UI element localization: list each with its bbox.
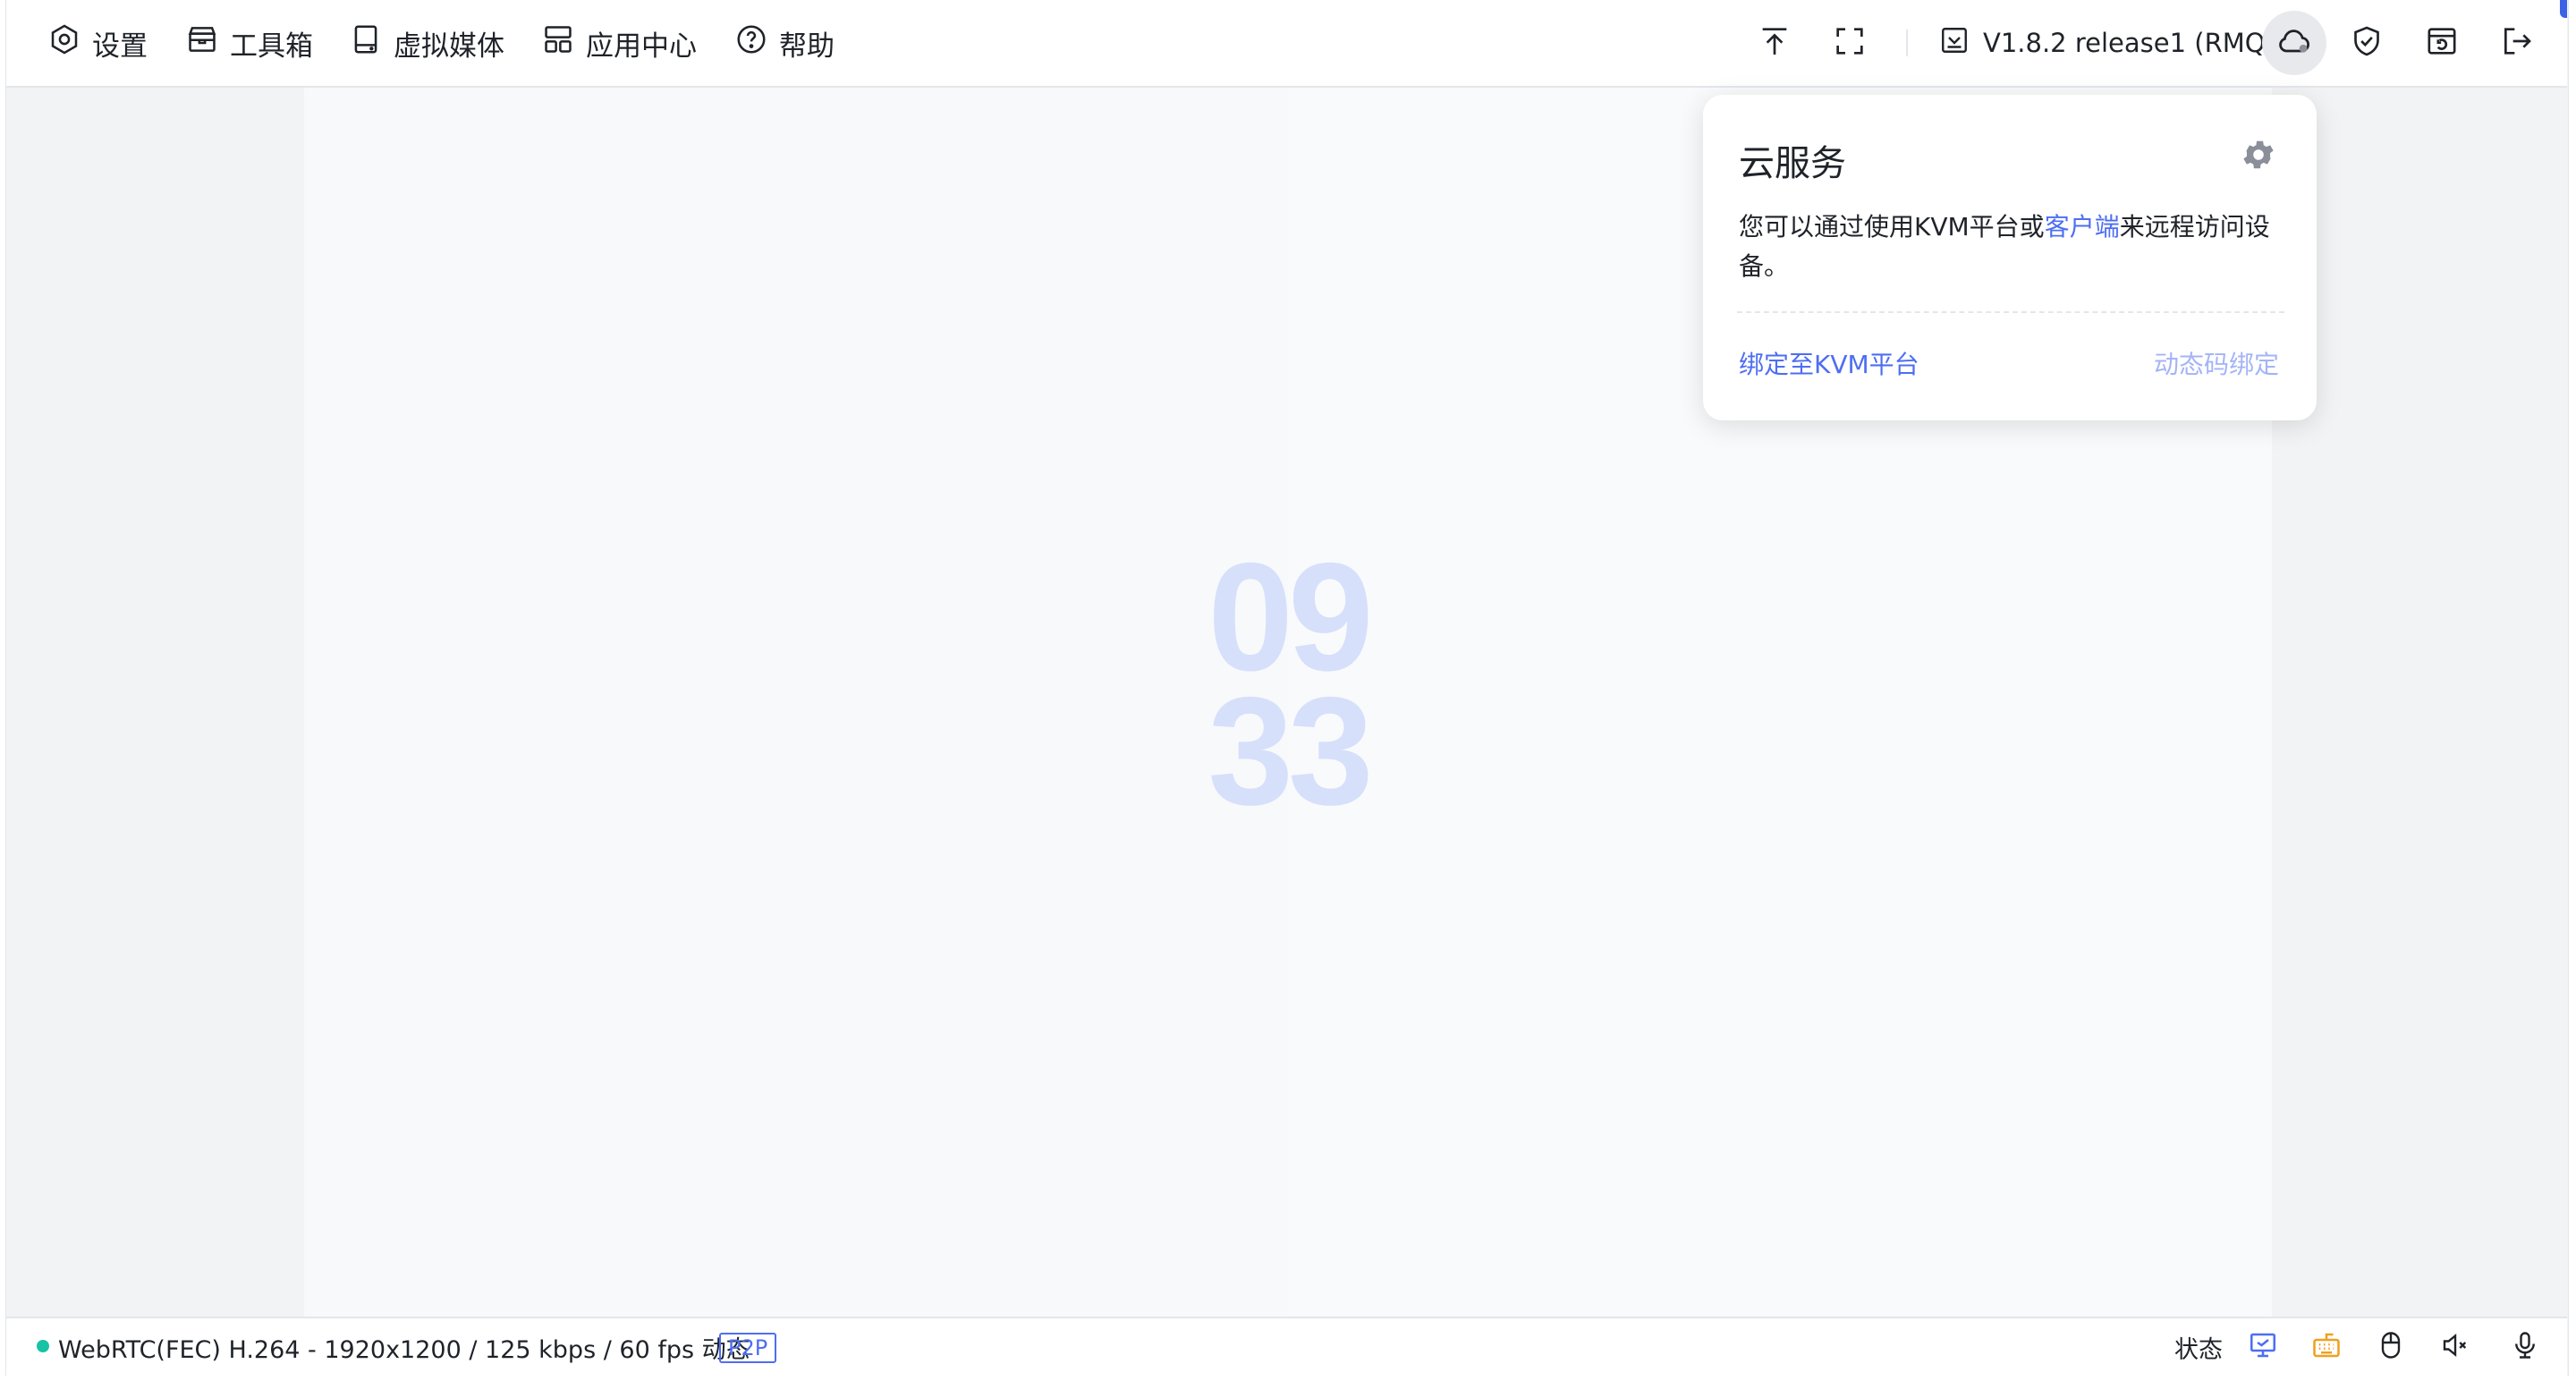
cloud-service-button[interactable] — [2262, 11, 2326, 75]
download-box-icon — [1938, 24, 1970, 63]
help-icon — [734, 22, 768, 64]
nav-virtual-media-label: 虚拟媒体 — [394, 30, 504, 63]
fullscreen-button[interactable] — [1826, 20, 1873, 66]
logout-icon — [2498, 23, 2534, 63]
clock-minute: 33 — [1208, 665, 1373, 837]
settings-icon — [47, 22, 81, 64]
nav-help-label: 帮助 — [779, 30, 835, 63]
shield-check-icon — [2349, 23, 2385, 63]
nav-settings-label: 设置 — [92, 30, 148, 63]
status-bar: WebRTC(FEC) H.264 - 1920x1200 / 125 kbps… — [6, 1317, 2567, 1376]
nav-settings[interactable]: 设置 — [47, 0, 148, 86]
gear-icon[interactable] — [2240, 136, 2277, 174]
microphone-icon — [2509, 1329, 2541, 1365]
bind-kvm-link[interactable]: 绑定至KVM平台 — [1739, 345, 1919, 381]
mouse-button[interactable] — [2373, 1329, 2409, 1365]
arrow-up-icon — [1757, 23, 1792, 63]
logout-button[interactable] — [2493, 20, 2539, 66]
nav-toolbox-label: 工具箱 — [230, 30, 313, 63]
mouse-icon — [2375, 1329, 2407, 1365]
top-toolbar: 设置 工具箱 虚拟媒体 应用中心 帮助 V1.8.2 release1 (RMQ… — [6, 0, 2567, 88]
dynamic-code-bind-link[interactable]: 动态码绑定 — [2154, 345, 2279, 381]
nav-toolbox[interactable]: 工具箱 — [185, 0, 313, 86]
disk-icon — [349, 22, 383, 64]
microphone-button[interactable] — [2507, 1329, 2543, 1365]
history-card-icon — [2424, 23, 2460, 63]
toolbar-divider — [1906, 30, 1908, 56]
monitor-icon — [2247, 1329, 2279, 1365]
nav-app-center[interactable]: 应用中心 — [541, 0, 697, 86]
audio-mute-button[interactable] — [2437, 1329, 2473, 1365]
version-button[interactable]: V1.8.2 release1 (RMQ1) — [1938, 0, 2292, 86]
edge-accent — [2560, 0, 2567, 18]
version-label: V1.8.2 release1 (RMQ1) — [1983, 28, 2292, 58]
nav-help[interactable]: 帮助 — [734, 0, 835, 86]
connection-status-dot — [37, 1340, 49, 1352]
monitor-button[interactable] — [2245, 1329, 2281, 1365]
restore-button[interactable] — [2419, 20, 2465, 66]
popover-description: 您可以通过使用KVM平台或客户端来远程访问设备。 — [1739, 208, 2284, 286]
lockscreen-clock: 09 33 — [1199, 531, 1377, 837]
toolbox-icon — [185, 22, 219, 64]
cloud-service-popover: 云服务 您可以通过使用KVM平台或客户端来远程访问设备。 绑定至KVM平台 动态… — [1703, 95, 2317, 420]
popover-title: 云服务 — [1739, 143, 1846, 184]
upload-button[interactable] — [1751, 20, 1798, 66]
desc-text-before: 您可以通过使用KVM平台或 — [1739, 212, 2045, 241]
nav-virtual-media[interactable]: 虚拟媒体 — [349, 0, 504, 86]
keyboard-button[interactable] — [2309, 1329, 2344, 1365]
clock-hour: 09 — [1208, 531, 1373, 703]
apps-icon — [541, 22, 575, 64]
speaker-muted-icon — [2439, 1329, 2471, 1365]
nav-app-center-label: 应用中心 — [586, 30, 697, 63]
popover-divider — [1737, 311, 2284, 313]
security-button[interactable] — [2343, 20, 2390, 66]
cloud-icon — [2275, 21, 2314, 64]
p2p-badge: P2P — [719, 1333, 777, 1363]
stream-info: WebRTC(FEC) H.264 - 1920x1200 / 125 kbps… — [58, 1335, 750, 1364]
keyboard-icon — [2310, 1329, 2343, 1365]
state-label: 状态 — [2174, 1335, 2223, 1364]
client-link[interactable]: 客户端 — [2045, 212, 2120, 241]
fullscreen-icon — [1832, 23, 1868, 63]
